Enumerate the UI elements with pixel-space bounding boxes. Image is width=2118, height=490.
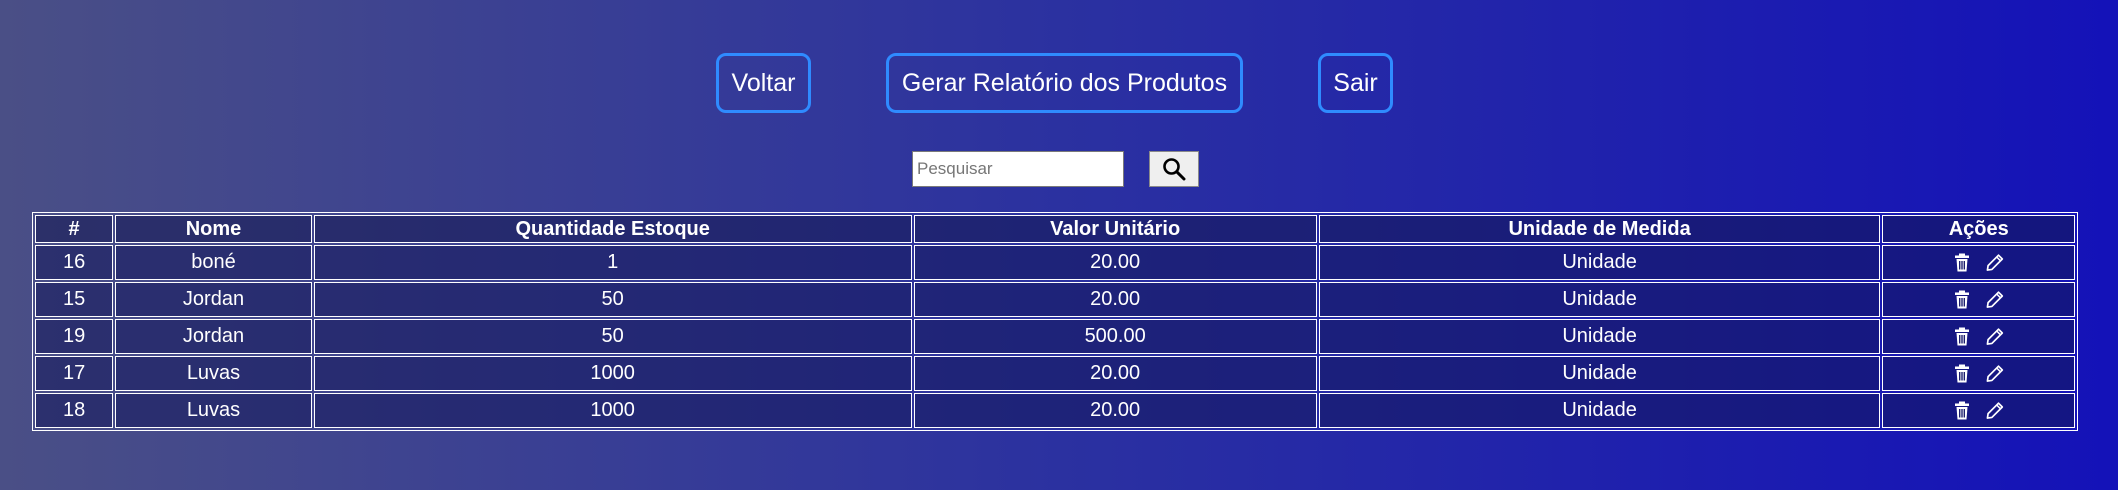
cell-price: 500.00 <box>913 319 1317 354</box>
row-actions <box>1883 401 2074 421</box>
pencil-icon[interactable] <box>1986 327 2004 347</box>
trash-icon[interactable] <box>1954 364 1972 384</box>
table-header-row: # Nome Quantidade Estoque Valor Unitário… <box>35 215 2075 243</box>
column-header-unit: Unidade de Medida <box>1318 215 1881 243</box>
pencil-icon[interactable] <box>1986 401 2004 421</box>
cell-stock: 1000 <box>313 393 912 428</box>
search-input[interactable] <box>912 151 1124 187</box>
trash-icon[interactable] <box>1954 290 1972 310</box>
cell-actions <box>1882 319 2075 354</box>
products-table: # Nome Quantidade Estoque Valor Unitário… <box>32 212 2078 431</box>
cell-price: 20.00 <box>913 245 1317 280</box>
cell-unit: Unidade <box>1318 282 1881 317</box>
row-actions <box>1883 253 2074 273</box>
column-header-actions: Ações <box>1882 215 2075 243</box>
cell-name: Luvas <box>115 393 312 428</box>
pencil-icon[interactable] <box>1986 364 2004 384</box>
table-row: 16 boné 1 20.00 Unidade <box>35 245 2075 280</box>
trash-icon[interactable] <box>1954 401 1972 421</box>
products-table-container: # Nome Quantidade Estoque Valor Unitário… <box>32 212 2078 431</box>
search-icon <box>1162 157 1186 181</box>
table-row: 18 Luvas 1000 20.00 Unidade <box>35 393 2075 428</box>
pencil-icon[interactable] <box>1986 290 2004 310</box>
cell-stock: 1000 <box>313 356 912 391</box>
pencil-icon[interactable] <box>1986 253 2004 273</box>
top-navigation: Voltar Gerar Relatório dos Produtos Sair <box>0 53 2118 113</box>
cell-unit: Unidade <box>1318 245 1881 280</box>
column-header-stock: Quantidade Estoque <box>313 215 912 243</box>
cell-actions <box>1882 282 2075 317</box>
cell-name: Jordan <box>115 282 312 317</box>
cell-unit: Unidade <box>1318 356 1881 391</box>
column-header-id: # <box>35 215 114 243</box>
cell-price: 20.00 <box>913 282 1317 317</box>
column-header-name: Nome <box>115 215 312 243</box>
back-button[interactable]: Voltar <box>716 53 811 113</box>
generate-report-button[interactable]: Gerar Relatório dos Produtos <box>886 53 1243 113</box>
column-header-price: Valor Unitário <box>913 215 1317 243</box>
cell-stock: 1 <box>313 245 912 280</box>
row-actions <box>1883 327 2074 347</box>
cell-name: Luvas <box>115 356 312 391</box>
cell-id: 19 <box>35 319 114 354</box>
search-button[interactable] <box>1149 151 1199 187</box>
cell-unit: Unidade <box>1318 393 1881 428</box>
cell-id: 16 <box>35 245 114 280</box>
cell-stock: 50 <box>313 282 912 317</box>
cell-actions <box>1882 245 2075 280</box>
cell-unit: Unidade <box>1318 319 1881 354</box>
row-actions <box>1883 290 2074 310</box>
cell-name: Jordan <box>115 319 312 354</box>
table-row: 15 Jordan 50 20.00 Unidade <box>35 282 2075 317</box>
table-row: 19 Jordan 50 500.00 Unidade <box>35 319 2075 354</box>
cell-name: boné <box>115 245 312 280</box>
cell-id: 18 <box>35 393 114 428</box>
trash-icon[interactable] <box>1954 253 1972 273</box>
table-body: 16 boné 1 20.00 Unidade 15 Jordan 50 20.00 Unidad… <box>35 245 2075 428</box>
cell-price: 20.00 <box>913 356 1317 391</box>
cell-stock: 50 <box>313 319 912 354</box>
cell-actions <box>1882 393 2075 428</box>
exit-button[interactable]: Sair <box>1318 53 1393 113</box>
row-actions <box>1883 364 2074 384</box>
cell-price: 20.00 <box>913 393 1317 428</box>
cell-id: 15 <box>35 282 114 317</box>
cell-actions <box>1882 356 2075 391</box>
table-row: 17 Luvas 1000 20.00 Unidade <box>35 356 2075 391</box>
cell-id: 17 <box>35 356 114 391</box>
trash-icon[interactable] <box>1954 327 1972 347</box>
